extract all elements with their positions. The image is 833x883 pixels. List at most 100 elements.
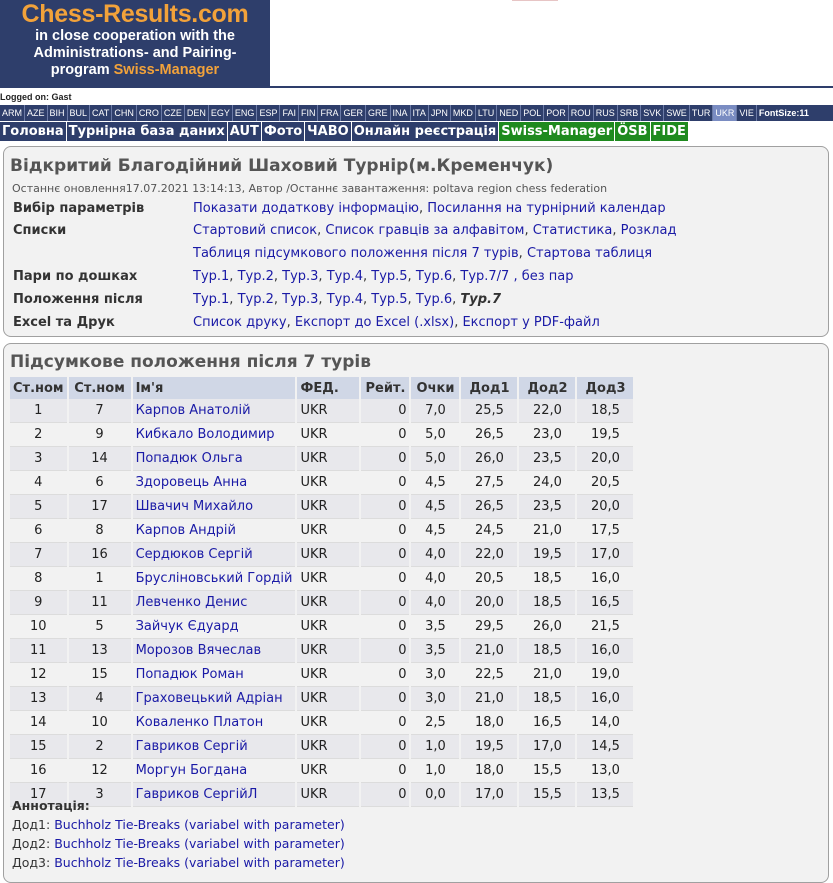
language-link-ger[interactable]: GER (341, 105, 366, 121)
language-link-mkd[interactable]: MKD (451, 105, 476, 121)
player-name-link[interactable]: Гавриков Сергій (136, 739, 248, 754)
annotation-link[interactable]: Buchholz Tie-Breaks (variabel with param… (54, 836, 345, 851)
player-name-link[interactable]: Коваленко Платон (136, 715, 264, 730)
info-link[interactable]: Тур.1 (193, 269, 229, 284)
language-link-egy[interactable]: EGY (209, 105, 233, 121)
language-link-por[interactable]: POR (544, 105, 569, 121)
table-cell: 7 (10, 542, 69, 567)
info-link[interactable]: Тур.4 (327, 292, 363, 307)
info-link[interactable]: Розклад (621, 223, 677, 238)
language-link-jpn[interactable]: JPN (429, 105, 451, 121)
column-header[interactable]: Рейт. (360, 377, 412, 399)
column-header[interactable]: Дод2 (518, 377, 578, 399)
nav-item-6[interactable]: Swiss-Manager (499, 122, 615, 141)
font-size-selector[interactable]: FontSize:11 (757, 105, 811, 121)
language-link-esp[interactable]: ESP (257, 105, 281, 121)
column-header[interactable]: Ім'я (131, 377, 298, 399)
info-link[interactable]: Експорт до Excel (.xlsx) (295, 315, 454, 330)
info-link[interactable]: Тур.2 (238, 269, 274, 284)
player-name-link[interactable]: Гавриков СергійЛ (136, 787, 258, 802)
info-link[interactable]: Тур.3 (282, 269, 318, 284)
nav-item-1[interactable]: Турнірна база даних (66, 122, 227, 141)
player-name-link[interactable]: Левченко Денис (136, 595, 248, 610)
nav-item-4[interactable]: ЧАВО (305, 122, 351, 141)
nav-item-7[interactable]: ÖSB (615, 122, 650, 141)
player-name-link[interactable]: Моргун Богдана (136, 763, 248, 778)
language-link-aze[interactable]: AZE (25, 105, 48, 121)
info-link[interactable]: Стартовий список (193, 223, 317, 238)
language-link-chn[interactable]: CHN (112, 105, 137, 121)
info-link[interactable]: Тур.4 (327, 269, 363, 284)
language-link-ned[interactable]: NED (497, 105, 522, 121)
language-link-ita[interactable]: ITA (411, 105, 429, 121)
column-header[interactable]: Очки (410, 377, 462, 399)
column-header[interactable]: Дод1 (460, 377, 520, 399)
info-link[interactable]: Тур.7/7 , без пар (460, 269, 573, 284)
language-link-pol[interactable]: POL (521, 105, 545, 121)
language-link-fra[interactable]: FRA (318, 105, 342, 121)
table-cell: 6 (10, 518, 69, 543)
info-link[interactable]: Тур.5 (371, 292, 407, 307)
language-link-fin[interactable]: FIN (299, 105, 319, 121)
nav-item-8[interactable]: FIDE (650, 122, 688, 141)
language-link-fai[interactable]: FAI (280, 105, 299, 121)
language-link-swe[interactable]: SWE (664, 105, 690, 121)
table-cell: UKR (296, 638, 362, 663)
info-link[interactable]: Список гравців за алфавітом (325, 223, 524, 238)
nav-item-5[interactable]: Онлайн реєстрація (351, 122, 499, 141)
player-name-link[interactable]: Швачич Михайло (136, 499, 254, 514)
language-link-bul[interactable]: BUL (68, 105, 91, 121)
player-name-link[interactable]: Граховецький Адріан (136, 691, 283, 706)
language-link-ina[interactable]: INA (391, 105, 411, 121)
language-link-srb[interactable]: SRB (618, 105, 642, 121)
language-link-ukr[interactable]: UKR (713, 105, 738, 121)
info-link[interactable]: Тур.5 (371, 269, 407, 284)
annotation-link[interactable]: Buchholz Tie-Breaks (variabel with param… (54, 855, 345, 870)
language-link-vie[interactable]: VIE (737, 105, 757, 121)
player-name-link[interactable]: Здоровець Анна (136, 475, 248, 490)
info-link[interactable]: Тур.2 (238, 292, 274, 307)
info-link[interactable]: Експорт у PDF-файл (462, 315, 599, 330)
nav-item-0[interactable]: Головна (0, 122, 66, 141)
info-link[interactable]: Тур.3 (282, 292, 318, 307)
info-link[interactable]: Показати додаткову інформацію (193, 201, 419, 216)
player-name-link[interactable]: Кибкало Володимир (136, 427, 275, 442)
annotation-link[interactable]: Buchholz Tie-Breaks (variabel with param… (54, 817, 345, 832)
column-header[interactable]: Ст.ном (10, 377, 69, 399)
language-link-cro[interactable]: CRO (137, 105, 162, 121)
language-link-tur[interactable]: TUR (690, 105, 714, 121)
language-link-rus[interactable]: RUS (594, 105, 618, 121)
language-link-cat[interactable]: CAT (90, 105, 113, 121)
language-link-svk[interactable]: SVK (641, 105, 665, 121)
language-link-ltu[interactable]: LTU (476, 105, 498, 121)
player-name-link[interactable]: Брусліновський Гордій (136, 571, 293, 586)
nav-item-2[interactable]: AUT (227, 122, 261, 141)
column-header[interactable]: ФЕД. (296, 377, 362, 399)
chess-results-logo[interactable]: Chess-Results.com in close cooperation w… (0, 0, 270, 86)
info-link[interactable]: Тур.1 (193, 292, 229, 307)
info-link[interactable]: Список друку (193, 315, 287, 330)
column-header[interactable]: Дод3 (576, 377, 636, 399)
info-link[interactable]: Тур.6 (416, 269, 452, 284)
nav-item-3[interactable]: Фото (261, 122, 305, 141)
info-link[interactable]: Статистика (533, 223, 613, 238)
column-header[interactable]: Ст.ном (67, 377, 133, 399)
language-link-arm[interactable]: ARM (0, 105, 25, 121)
player-name-link[interactable]: Сердюков Сергій (136, 547, 253, 562)
language-link-den[interactable]: DEN (185, 105, 209, 121)
player-name-link[interactable]: Попадюк Ольга (136, 451, 243, 466)
info-link[interactable]: Таблиця підсумкового положення після 7 т… (193, 246, 519, 261)
info-link[interactable]: Посилання на турнірний календар (427, 201, 665, 216)
player-name-link[interactable]: Карпов Андрій (136, 523, 236, 538)
language-link-cze[interactable]: CZE (162, 105, 185, 121)
player-name-link[interactable]: Попадюк Роман (136, 667, 244, 682)
player-name-link[interactable]: Зайчук Єдуард (136, 619, 239, 634)
info-link[interactable]: Тур.6 (416, 292, 452, 307)
language-link-bih[interactable]: BIH (48, 105, 68, 121)
language-link-gre[interactable]: GRE (366, 105, 391, 121)
language-link-rou[interactable]: ROU (569, 105, 594, 121)
language-link-eng[interactable]: ENG (233, 105, 258, 121)
player-name-link[interactable]: Карпов Анатолій (136, 403, 251, 418)
info-link[interactable]: Стартова таблиця (527, 246, 652, 261)
player-name-link[interactable]: Морозов Вячеслав (136, 643, 262, 658)
